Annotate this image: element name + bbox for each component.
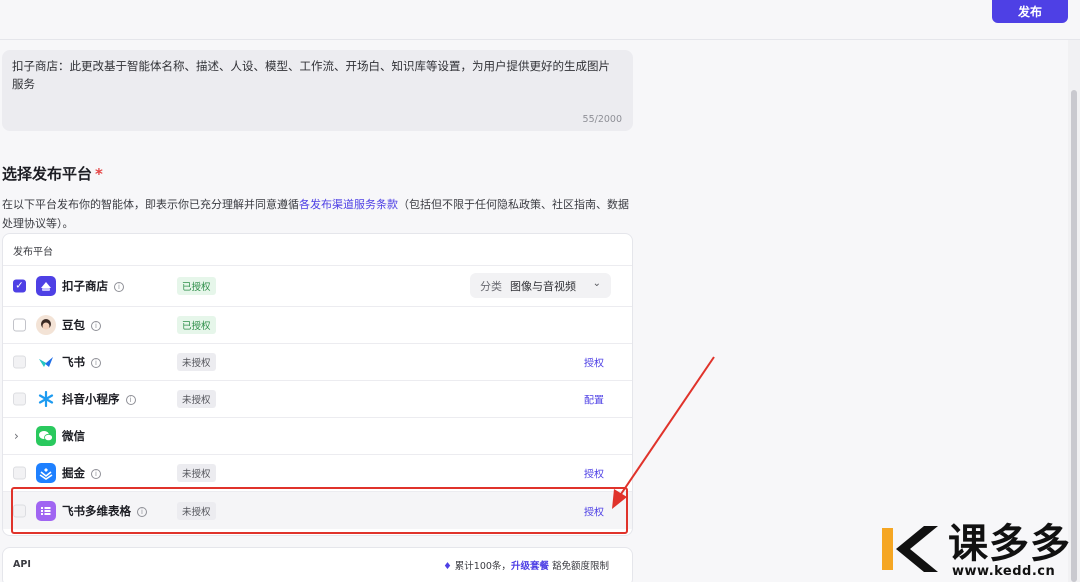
platform-checkbox-coze-store[interactable]: ✓ <box>13 279 26 293</box>
section-title-text: 选择发布平台 <box>2 165 93 183</box>
platform-name: 抖音小程序 i <box>62 391 136 407</box>
platform-checkbox-douyin-miniapp[interactable] <box>13 392 26 406</box>
status-badge: 未授权 <box>177 353 216 371</box>
platform-name: 微信 <box>62 428 85 444</box>
description-textarea[interactable]: 扣子商店：此更改基于智能体名称、描述、人设、模型、工作流、开场白、知识库等设置，… <box>2 50 633 131</box>
doubao-icon <box>36 315 56 335</box>
coze-store-icon <box>36 276 56 296</box>
api-quota-suffix: 豁免额度限制 <box>551 561 609 572</box>
info-icon[interactable]: i <box>91 321 101 331</box>
api-quota-text: 累计100条， <box>454 561 511 572</box>
upgrade-plan-link[interactable]: 升级套餐 <box>511 561 549 572</box>
info-icon[interactable]: i <box>125 395 136 405</box>
scrollbar-thumb[interactable] <box>1071 90 1077 582</box>
platform-name-text: 飞书 <box>62 355 85 369</box>
terms-link[interactable]: 各发布渠道服务条款 <box>299 198 398 211</box>
platform-name-text: 抖音小程序 <box>62 392 120 406</box>
top-bar: 发布 <box>0 0 1080 40</box>
api-label: API <box>13 559 31 570</box>
info-icon[interactable]: i <box>91 358 101 368</box>
diamond-icon: ♦ <box>443 561 452 572</box>
description-text[interactable]: 扣子商店：此更改基于智能体名称、描述、人设、模型、工作流、开场白、知识库等设置，… <box>12 57 612 93</box>
platform-name-text: 扣子商店 <box>62 279 108 293</box>
status-badge: 已授权 <box>177 277 216 295</box>
authorize-button[interactable]: 授权 <box>584 466 604 481</box>
platform-name-text: 掘金 <box>62 466 85 480</box>
status-badge: 未授权 <box>177 390 216 408</box>
chevron-right-icon[interactable]: › <box>14 429 19 443</box>
wechat-icon <box>36 426 56 446</box>
category-select[interactable]: 分类 图像与音视频 ⌄ <box>470 273 611 298</box>
watermark: 课多多 www.kedd.cn <box>880 522 1080 582</box>
publish-button[interactable]: 发布 <box>992 0 1068 23</box>
platform-checkbox-juejin[interactable] <box>13 466 26 480</box>
kedd-logo-icon <box>882 526 938 572</box>
juejin-icon <box>36 463 56 483</box>
platform-row-feishu: 飞书 i 未授权 授权 <box>3 344 632 381</box>
platform-name: 掘金 i <box>62 465 101 481</box>
feishu-icon <box>36 352 56 372</box>
required-mark: * <box>95 165 103 183</box>
douyin-miniapp-icon <box>36 389 56 409</box>
platform-checkbox-doubao[interactable] <box>13 318 26 332</box>
platform-row-wechat: › 微信 <box>3 418 632 455</box>
info-icon[interactable]: i <box>91 469 101 479</box>
scrollbar[interactable] <box>1068 40 1080 582</box>
authorize-button[interactable]: 授权 <box>584 355 604 370</box>
chevron-down-icon: ⌄ <box>592 278 601 289</box>
platform-checkbox-feishu[interactable] <box>13 355 26 369</box>
platform-row-doubao: 豆包 i 已授权 <box>3 307 632 344</box>
status-badge: 已授权 <box>177 316 216 334</box>
description-char-count: 55/2000 <box>582 114 622 125</box>
watermark-url: www.kedd.cn <box>952 564 1056 579</box>
platform-name-text: 豆包 <box>62 318 85 332</box>
api-card: API ♦ 累计100条，升级套餐 豁免额度限制 <box>2 547 633 582</box>
platform-name-text: 微信 <box>62 429 85 443</box>
platform-name: 豆包 i <box>62 317 101 333</box>
platform-name: 扣子商店 i <box>62 278 124 294</box>
configure-button[interactable]: 配置 <box>584 392 604 407</box>
platform-row-coze-store: ✓ 扣子商店 i 已授权 分类 图像与音视频 ⌄ <box>3 266 632 307</box>
section-description: 在以下平台发布你的智能体，即表示你已充分理解并同意遵循各发布渠道服务条款（包括但… <box>2 195 635 233</box>
category-value: 图像与音视频 <box>510 279 576 293</box>
category-label: 分类 <box>480 279 502 293</box>
platform-name: 飞书 i <box>62 354 101 370</box>
api-quota: ♦ 累计100条，升级套餐 豁免额度限制 <box>443 558 609 572</box>
section-title: 选择发布平台 * <box>2 163 103 184</box>
status-badge: 未授权 <box>177 464 216 482</box>
platform-row-douyin-miniapp: 抖音小程序 i 未授权 配置 <box>3 381 632 418</box>
info-icon[interactable]: i <box>114 282 124 292</box>
highlight-box <box>11 487 628 534</box>
section-desc-before: 在以下平台发布你的智能体，即表示你已充分理解并同意遵循 <box>2 198 299 211</box>
watermark-brand: 课多多 <box>948 521 1071 567</box>
platform-table-header: 发布平台 <box>3 234 632 266</box>
